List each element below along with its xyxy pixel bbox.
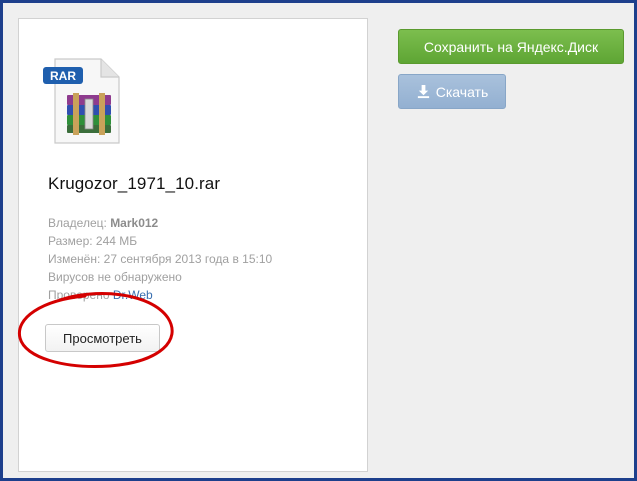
drweb-link[interactable]: Dr.Web bbox=[113, 288, 153, 302]
owner-row: Владелец: Mark012 bbox=[48, 216, 159, 230]
modified-row: Изменён: 27 сентября 2013 года в 15:10 bbox=[48, 252, 273, 266]
download-button[interactable]: Скачать bbox=[398, 74, 506, 109]
checked-row: Проверено Dr.Web bbox=[48, 288, 153, 302]
file-card: RAR Krugozor_1971_10.rar Владелец: Mark0… bbox=[18, 18, 368, 472]
owner-name: Mark012 bbox=[110, 216, 159, 230]
size-row: Размер: 244 МБ bbox=[48, 234, 138, 248]
rar-file-icon: RAR bbox=[43, 58, 120, 144]
window-frame: RAR Krugozor_1971_10.rar Владелец: Mark0… bbox=[0, 0, 637, 481]
save-to-yandex-disk-button[interactable]: Сохранить на Яндекс.Диск bbox=[398, 29, 624, 64]
size-value: 244 МБ bbox=[95, 234, 138, 248]
file-metadata: Владелец: Mark012 Размер: 244 МБ Изменён… bbox=[48, 214, 272, 304]
rar-badge-text: RAR bbox=[50, 69, 76, 83]
file-name: Krugozor_1971_10.rar bbox=[48, 174, 221, 193]
virus-status: Вирусов не обнаружено bbox=[48, 270, 182, 284]
download-label: Скачать bbox=[435, 83, 489, 100]
download-icon bbox=[417, 84, 429, 99]
modified-value: 27 сентября 2013 года в 15:10 bbox=[103, 252, 273, 266]
view-button[interactable]: Просмотреть bbox=[45, 324, 160, 352]
